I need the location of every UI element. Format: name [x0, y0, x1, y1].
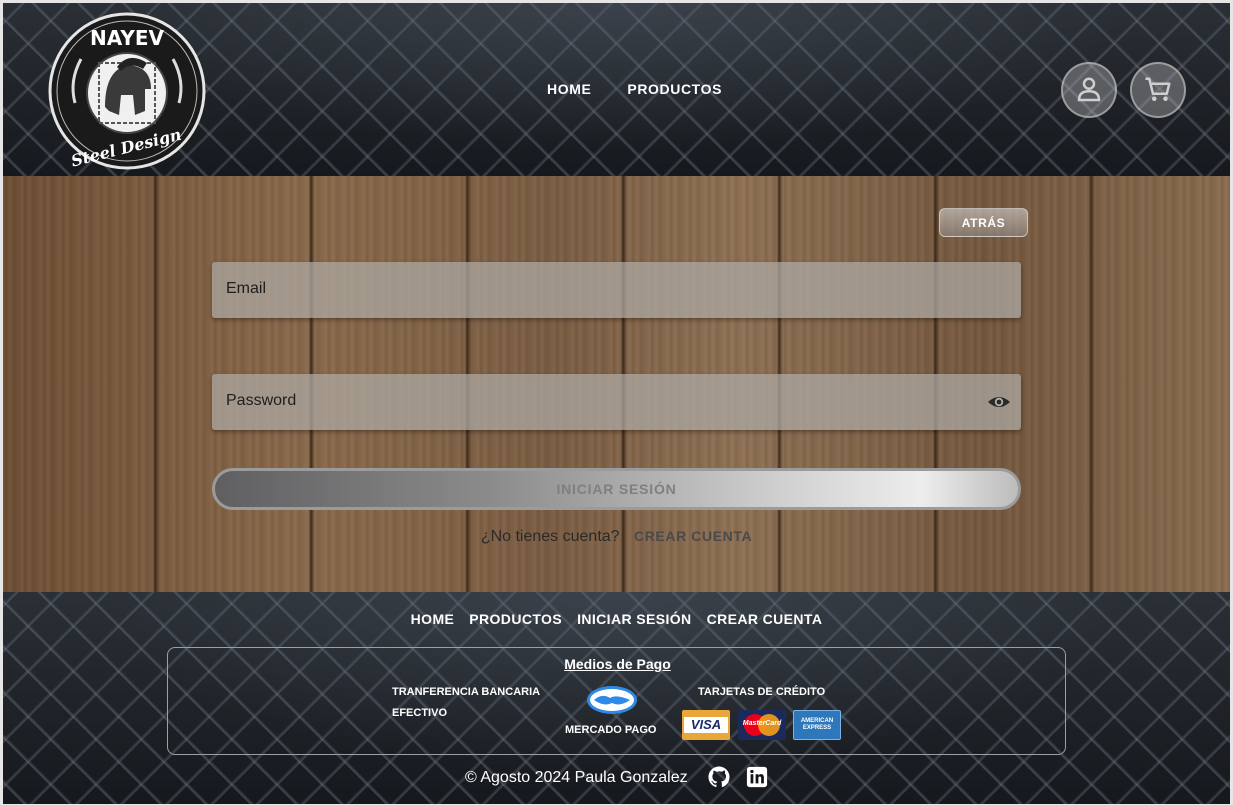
- signup-prompt: ¿No tienes cuenta? CREAR CUENTA: [3, 528, 1230, 546]
- nav-home[interactable]: HOME: [547, 81, 591, 97]
- footer-nav: HOME PRODUCTOS INICIAR SESIÓN CREAR CUEN…: [3, 611, 1230, 627]
- email-placeholder: Email: [226, 280, 267, 297]
- payments-title: Medios de Pago: [564, 656, 671, 672]
- page: NAYEV Steel Design HOME PRODUCTOS ATRÁS …: [3, 3, 1230, 804]
- mercado-pago-label: MERCADO PAGO: [565, 724, 657, 736]
- nav-productos[interactable]: PRODUCTOS: [627, 81, 722, 97]
- back-button[interactable]: ATRÁS: [939, 208, 1028, 237]
- brand-logo[interactable]: NAYEV Steel Design: [47, 11, 207, 171]
- visa-text: VISA: [690, 717, 722, 732]
- cash-label: EFECTIVO: [392, 707, 448, 719]
- footer-nav-signup[interactable]: CREAR CUENTA: [707, 611, 823, 627]
- amex-card: AMERICAN EXPRESS: [793, 710, 841, 740]
- login-section: ATRÁS Email Password INICIAR SESIÓN ¿No …: [3, 176, 1230, 592]
- footer-nav-login[interactable]: INICIAR SESIÓN: [577, 611, 692, 627]
- site-footer: HOME PRODUCTOS INICIAR SESIÓN CREAR CUEN…: [3, 592, 1230, 804]
- handshake-icon: [587, 686, 637, 714]
- github-icon[interactable]: [708, 766, 730, 788]
- user-icon: [1077, 77, 1101, 102]
- create-account-link[interactable]: CREAR CUENTA: [634, 528, 752, 544]
- password-field[interactable]: Password: [212, 374, 1021, 430]
- payment-methods: Medios de Pago TRANFERENCIA BANCARIA EFE…: [167, 647, 1066, 755]
- email-field[interactable]: Email: [212, 262, 1021, 318]
- footer-nav-home[interactable]: HOME: [411, 611, 455, 627]
- credit-cards-label: TARJETAS DE CRÉDITO: [698, 686, 826, 698]
- visa-card: VISA: [682, 710, 730, 740]
- amex-text: AMERICAN EXPRESS: [800, 718, 834, 731]
- mastercard-text: MasterCard: [742, 720, 782, 727]
- cart-icon: [1145, 77, 1171, 101]
- no-account-text: ¿No tienes cuenta?: [480, 528, 620, 545]
- login-button[interactable]: INICIAR SESIÓN: [212, 468, 1021, 510]
- password-placeholder: Password: [226, 392, 297, 409]
- cart-button[interactable]: [1130, 62, 1186, 118]
- logo-top-text: NAYEV: [90, 26, 164, 50]
- site-header: NAYEV Steel Design HOME PRODUCTOS: [3, 3, 1230, 176]
- main-nav: HOME PRODUCTOS: [547, 81, 722, 97]
- copyright-text: © Agosto 2024 Paula Gonzalez: [465, 769, 688, 786]
- eye-icon[interactable]: [987, 390, 1011, 414]
- bank-transfer-label: TRANFERENCIA BANCARIA: [392, 686, 541, 698]
- user-button[interactable]: [1061, 62, 1117, 118]
- linkedin-icon[interactable]: [746, 766, 768, 788]
- footer-nav-productos[interactable]: PRODUCTOS: [469, 611, 562, 627]
- mastercard-card: MasterCard: [738, 710, 786, 740]
